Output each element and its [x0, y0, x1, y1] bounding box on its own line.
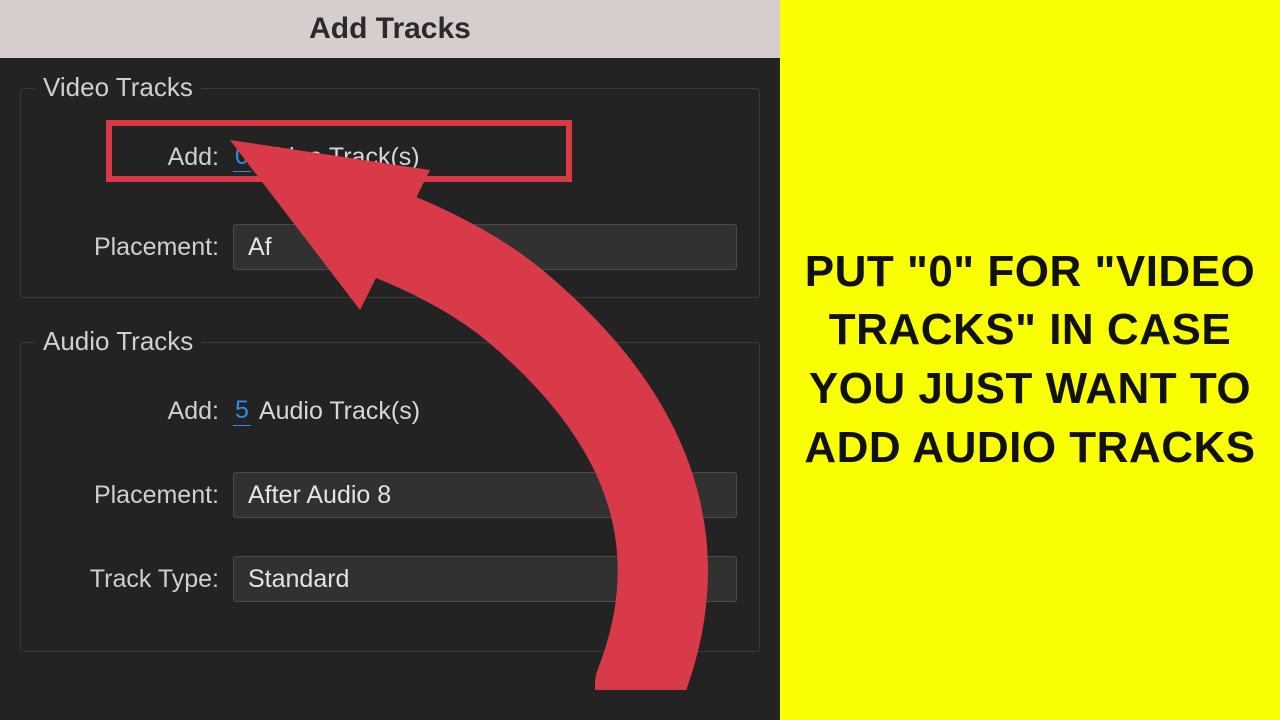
video-placement-value: Af [248, 233, 272, 262]
video-add-label: Add: [43, 143, 233, 172]
video-placement-dropdown[interactable]: Af [233, 224, 737, 270]
video-add-row: Add: 0 Video Track(s) [43, 131, 737, 183]
instruction-panel: PUT "0" FOR "VIDEO TRACKS" IN CASE YOU J… [780, 0, 1280, 720]
audio-placement-label: Placement: [43, 481, 233, 510]
video-placement-label: Placement: [43, 233, 233, 262]
audio-placement-row: Placement: After Audio 8 [43, 469, 737, 521]
audio-tracktype-value: Standard [248, 565, 349, 594]
audio-tracks-legend: Audio Tracks [35, 326, 201, 357]
audio-add-count-input[interactable]: 5 [233, 396, 251, 426]
instruction-text: PUT "0" FOR "VIDEO TRACKS" IN CASE YOU J… [804, 243, 1256, 477]
add-tracks-dialog: Add Tracks Video Tracks Add: 0 Video Tra… [0, 0, 780, 720]
audio-tracktype-dropdown[interactable]: Standard [233, 556, 737, 602]
audio-tracktype-row: Track Type: Standard [43, 553, 737, 605]
audio-add-label: Add: [43, 397, 233, 426]
video-add-suffix: Video Track(s) [259, 143, 420, 172]
audio-placement-value: After Audio 8 [248, 481, 391, 510]
dialog-title: Add Tracks [0, 0, 780, 58]
audio-tracks-group: Audio Tracks Add: 5 Audio Track(s) Place… [20, 342, 760, 652]
video-add-count-input[interactable]: 0 [233, 142, 251, 172]
video-placement-row: Placement: Af [43, 221, 737, 273]
audio-add-suffix: Audio Track(s) [259, 397, 420, 426]
video-tracks-group: Video Tracks Add: 0 Video Track(s) Place… [20, 88, 760, 298]
audio-tracktype-label: Track Type: [43, 565, 233, 594]
video-tracks-legend: Video Tracks [35, 72, 201, 103]
dialog-body: Video Tracks Add: 0 Video Track(s) Place… [0, 58, 780, 720]
audio-add-row: Add: 5 Audio Track(s) [43, 385, 737, 437]
audio-placement-dropdown[interactable]: After Audio 8 [233, 472, 737, 518]
